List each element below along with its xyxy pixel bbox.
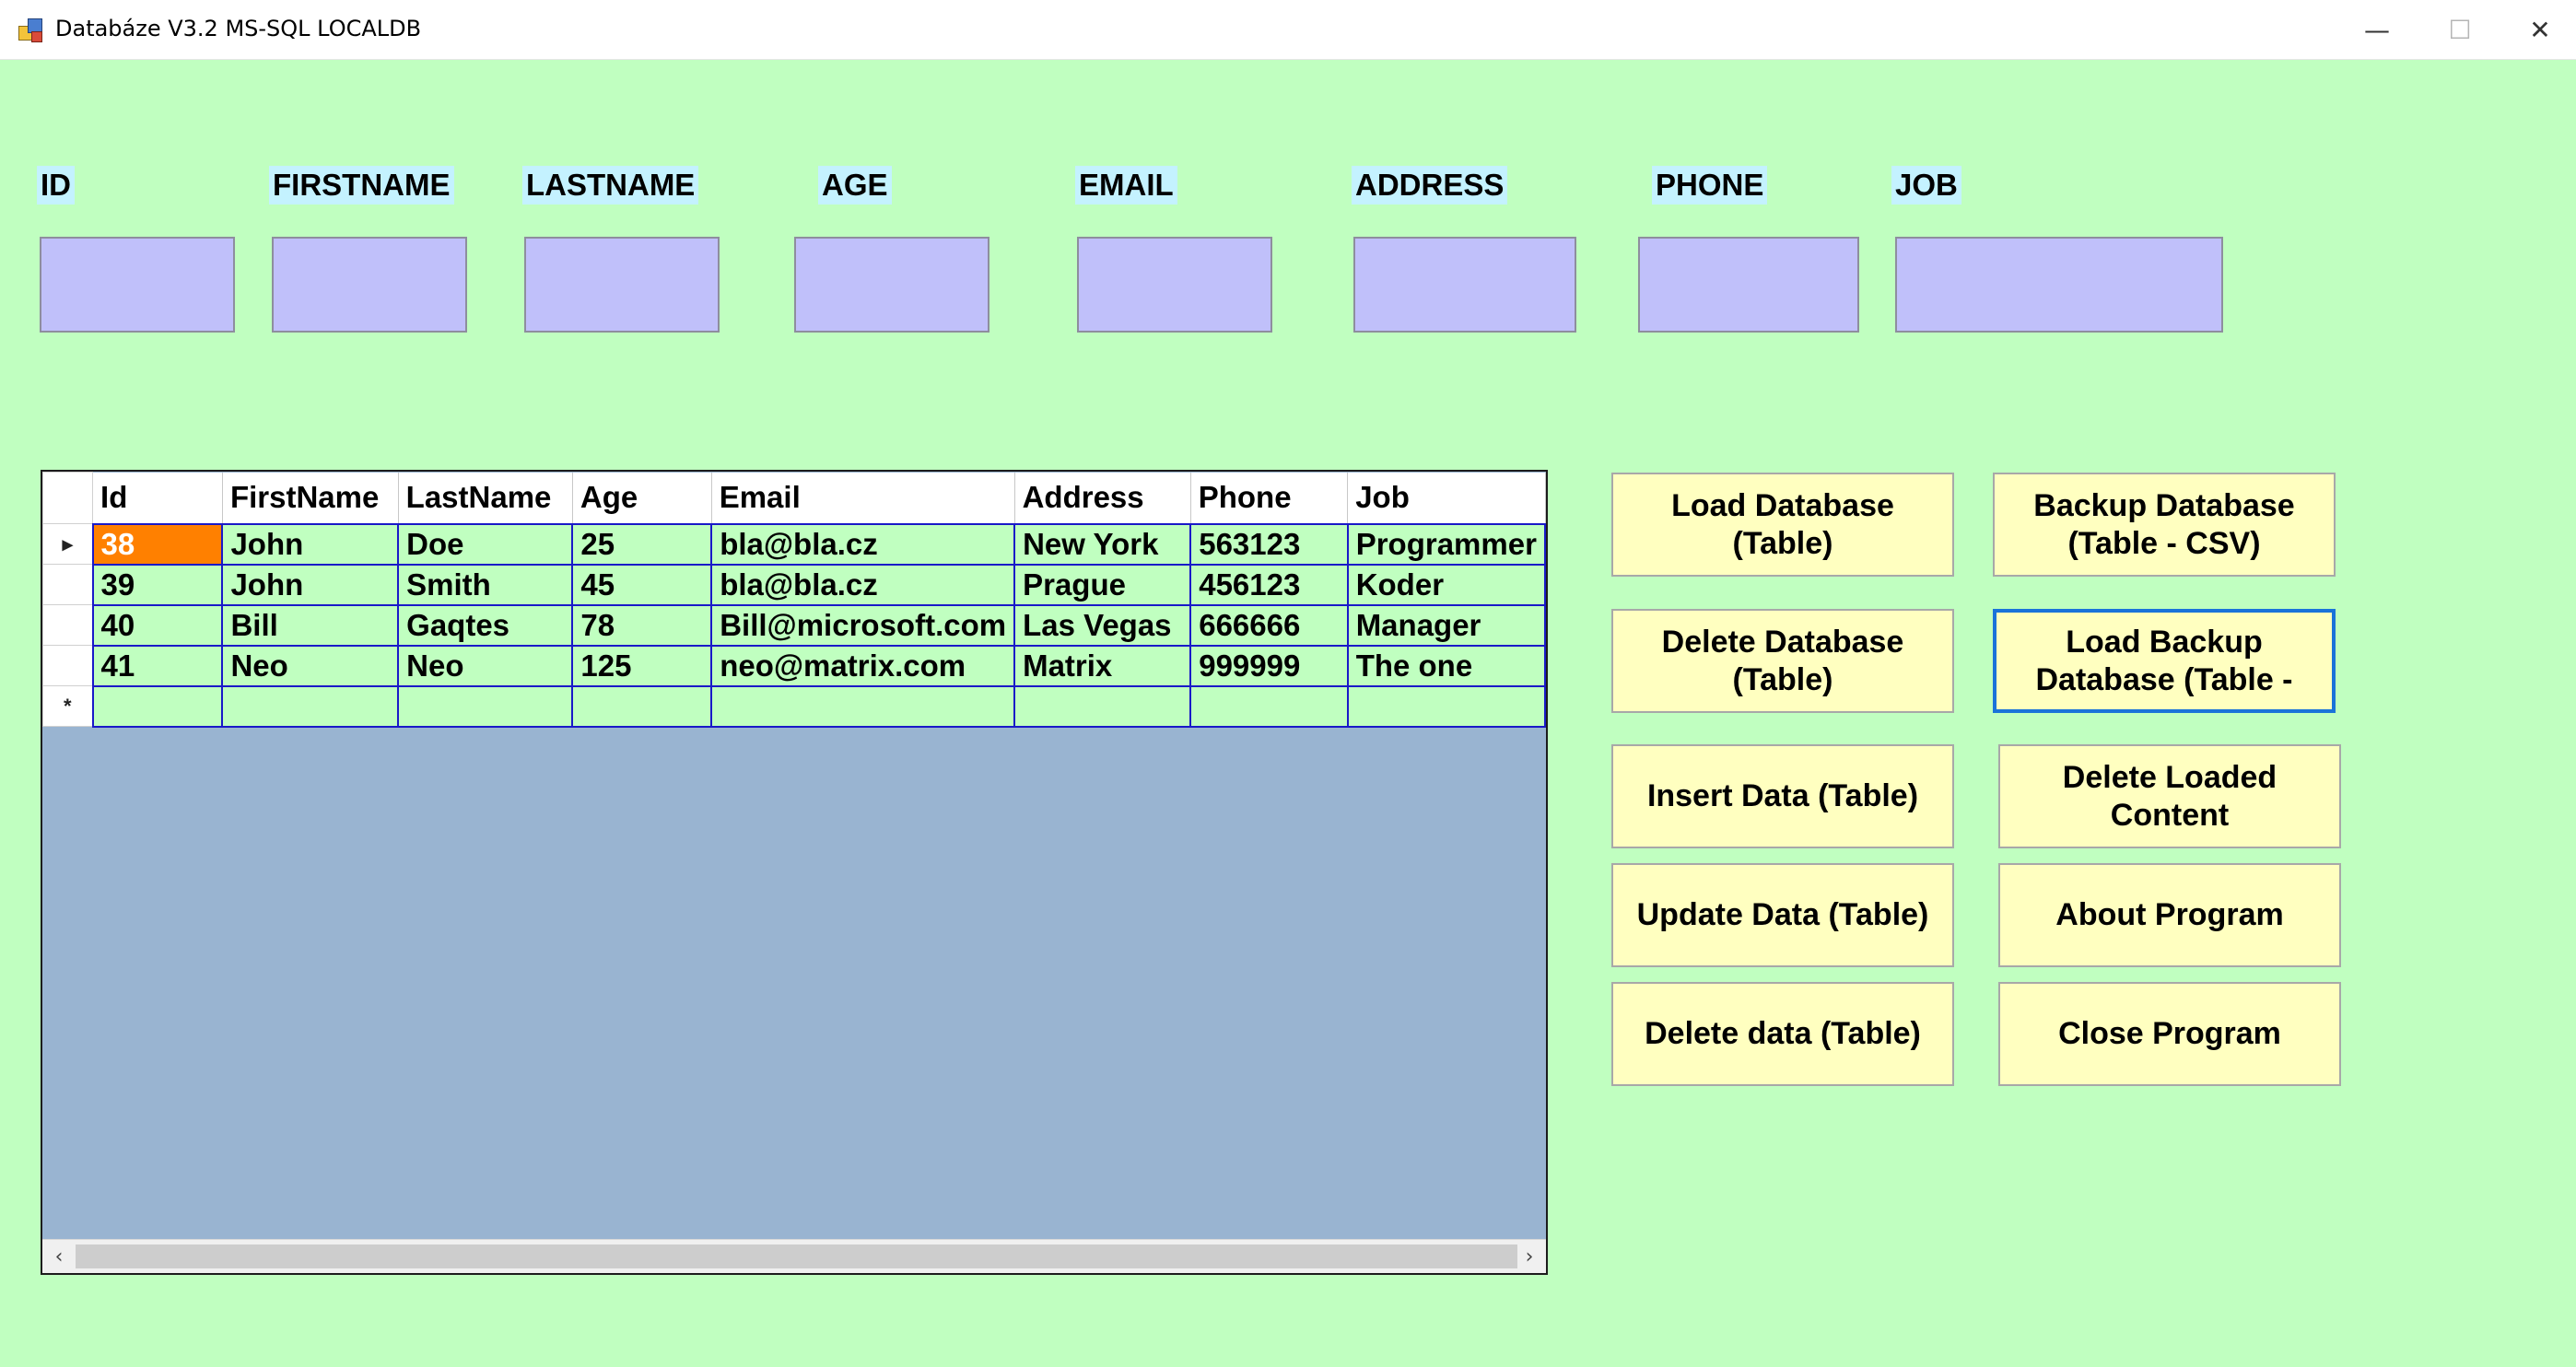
address-label: ADDRESS	[1352, 166, 1508, 204]
job-label: JOB	[1891, 166, 1961, 204]
grid-cell[interactable]: Bill@microsoft.com	[710, 603, 1016, 647]
table-row[interactable]: ▸ 38 John Doe 25 bla@bla.cz New York 563…	[42, 522, 1546, 566]
grid-cell[interactable]: 78	[571, 603, 713, 647]
lastname-input[interactable]	[524, 237, 720, 333]
email-input[interactable]	[1077, 237, 1272, 333]
grid-cell[interactable]: 999999	[1189, 644, 1349, 687]
grid-cell[interactable]: John	[221, 522, 400, 566]
grid-cell[interactable]: 456123	[1189, 563, 1349, 606]
grid-cell-empty[interactable]	[571, 684, 713, 728]
grid-cell[interactable]: 40	[91, 603, 224, 647]
new-row-indicator[interactable]: *	[42, 685, 94, 727]
phone-label: PHONE	[1652, 166, 1768, 204]
delete-database-button[interactable]: Delete Database (Table)	[1611, 609, 1954, 713]
column-header[interactable]: Age	[572, 472, 712, 524]
grid-cell[interactable]: 41	[91, 644, 224, 687]
grid-cell[interactable]: Bill	[221, 603, 400, 647]
load-backup-button[interactable]: Load Backup Database (Table -	[1993, 609, 2336, 713]
table-row[interactable]: 41 Neo Neo 125 neo@matrix.com Matrix 999…	[42, 644, 1546, 687]
grid-cell-empty[interactable]	[221, 684, 400, 728]
maximize-button[interactable]: ☐	[2418, 0, 2501, 59]
grid-header-row: Id FirstName LastName Age Email Address …	[42, 472, 1546, 524]
grid-cell[interactable]: Doe	[397, 522, 574, 566]
grid-cell[interactable]: Matrix	[1013, 644, 1192, 687]
grid-cell[interactable]: Smith	[397, 563, 574, 606]
grid-cell[interactable]: 125	[571, 644, 713, 687]
grid-cell-empty[interactable]	[1013, 684, 1192, 728]
about-program-button[interactable]: About Program	[1998, 863, 2341, 967]
grid-cell[interactable]: Prague	[1013, 563, 1192, 606]
new-row[interactable]: *	[42, 684, 1546, 728]
grid-cell[interactable]: New York	[1013, 522, 1192, 566]
grid-cell[interactable]: John	[221, 563, 400, 606]
grid-cell-empty[interactable]	[1189, 684, 1349, 728]
grid-cell[interactable]: bla@bla.cz	[710, 522, 1016, 566]
update-data-button[interactable]: Update Data (Table)	[1611, 863, 1954, 967]
row-indicator[interactable]	[42, 645, 94, 686]
table-row[interactable]: 40 Bill Gaqtes 78 Bill@microsoft.com Las…	[42, 603, 1546, 647]
scrollbar-thumb[interactable]	[76, 1244, 1517, 1268]
grid-cell[interactable]: Gaqtes	[397, 603, 574, 647]
insert-data-button[interactable]: Insert Data (Table)	[1611, 744, 1954, 848]
grid-cell[interactable]: 39	[91, 563, 224, 606]
grid-cell[interactable]: 25	[571, 522, 713, 566]
column-header[interactable]: Id	[92, 472, 223, 524]
age-label: AGE	[818, 166, 892, 204]
delete-data-button[interactable]: Delete data (Table)	[1611, 982, 1954, 1086]
window-title: Databáze V3.2 MS-SQL LOCALDB	[55, 16, 422, 41]
grid-cell[interactable]: Las Vegas	[1013, 603, 1192, 647]
grid-cell-empty[interactable]	[397, 684, 574, 728]
column-header[interactable]: FirstName	[222, 472, 399, 524]
grid-cell-empty[interactable]	[91, 684, 224, 728]
grid-cell[interactable]: neo@matrix.com	[710, 644, 1016, 687]
grid-cell[interactable]: Programmer	[1346, 522, 1546, 566]
email-label: EMAIL	[1075, 166, 1177, 204]
column-header[interactable]: Address	[1014, 472, 1191, 524]
minimize-button[interactable]: —	[2336, 0, 2418, 59]
backup-database-button[interactable]: Backup Database (Table - CSV)	[1993, 473, 2336, 577]
column-header[interactable]: Job	[1347, 472, 1546, 524]
grid-cell-empty[interactable]	[1346, 684, 1546, 728]
app-icon	[18, 17, 44, 42]
close-window-button[interactable]: ✕	[2499, 0, 2576, 59]
address-input[interactable]	[1353, 237, 1576, 333]
delete-loaded-content-button[interactable]: Delete Loaded Content	[1998, 744, 2341, 848]
data-grid[interactable]: Id FirstName LastName Age Email Address …	[41, 470, 1548, 1275]
column-header[interactable]: LastName	[398, 472, 573, 524]
column-header[interactable]: Phone	[1190, 472, 1349, 524]
row-indicator[interactable]	[42, 604, 94, 646]
row-header-corner	[42, 472, 94, 524]
grid-cell-selected[interactable]: 38	[91, 522, 224, 566]
row-indicator[interactable]	[42, 564, 94, 605]
grid-cell[interactable]: 45	[571, 563, 713, 606]
row-indicator[interactable]: ▸	[42, 523, 94, 565]
grid-cell[interactable]: Manager	[1346, 603, 1546, 647]
grid-cell[interactable]: Neo	[221, 644, 400, 687]
scroll-left-icon[interactable]: ‹	[42, 1240, 76, 1273]
load-database-button[interactable]: Load Database (Table)	[1611, 473, 1954, 577]
grid-cell[interactable]: Neo	[397, 644, 574, 687]
grid-cell-empty[interactable]	[710, 684, 1016, 728]
phone-input[interactable]	[1638, 237, 1859, 333]
grid-cell[interactable]: Koder	[1346, 563, 1546, 606]
grid-cell[interactable]: bla@bla.cz	[710, 563, 1016, 606]
age-input[interactable]	[794, 237, 989, 333]
title-bar[interactable]: Databáze V3.2 MS-SQL LOCALDB — ☐ ✕	[0, 0, 2576, 60]
table-row[interactable]: 39 John Smith 45 bla@bla.cz Prague 45612…	[42, 563, 1546, 606]
grid-cell[interactable]: 563123	[1189, 522, 1349, 566]
firstname-input[interactable]	[272, 237, 467, 333]
id-label: ID	[37, 166, 75, 204]
lastname-label: LASTNAME	[522, 166, 699, 204]
scroll-right-icon[interactable]: ›	[1513, 1240, 1546, 1273]
id-input[interactable]	[40, 237, 235, 333]
firstname-label: FIRSTNAME	[269, 166, 454, 204]
grid-cell[interactable]: The one	[1346, 644, 1546, 687]
job-input[interactable]	[1895, 237, 2223, 333]
horizontal-scrollbar[interactable]: ‹ ›	[42, 1239, 1546, 1273]
close-program-button[interactable]: Close Program	[1998, 982, 2341, 1086]
grid-cell[interactable]: 666666	[1189, 603, 1349, 647]
column-header[interactable]: Email	[711, 472, 1015, 524]
